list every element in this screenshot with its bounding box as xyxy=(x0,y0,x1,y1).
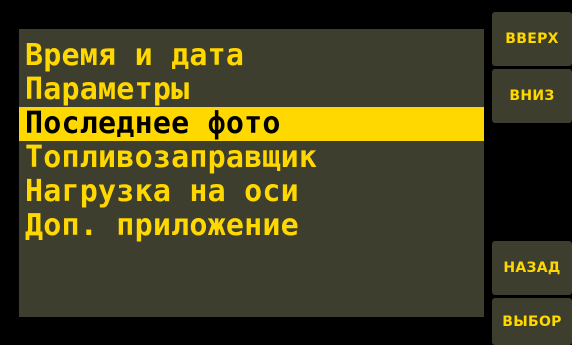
menu-item-fuel-truck[interactable]: Топливозаправщик xyxy=(19,141,484,175)
device-screen: Время и дата Параметры Последнее фото То… xyxy=(0,0,572,345)
back-button[interactable]: НАЗАД xyxy=(492,241,572,295)
menu-item-last-photo[interactable]: Последнее фото xyxy=(19,107,484,141)
up-button[interactable]: ВВЕРХ xyxy=(492,12,572,66)
menu-item-time-date[interactable]: Время и дата xyxy=(19,39,484,73)
menu-item-parameters[interactable]: Параметры xyxy=(19,73,484,107)
menu-panel: Время и дата Параметры Последнее фото То… xyxy=(19,29,484,317)
down-button[interactable]: ВНИЗ xyxy=(492,69,572,123)
menu-item-extra-app[interactable]: Доп. приложение xyxy=(19,209,484,243)
menu-list: Время и дата Параметры Последнее фото То… xyxy=(19,39,484,243)
select-button[interactable]: ВЫБОР xyxy=(492,298,572,345)
menu-item-axle-load[interactable]: Нагрузка на оси xyxy=(19,175,484,209)
